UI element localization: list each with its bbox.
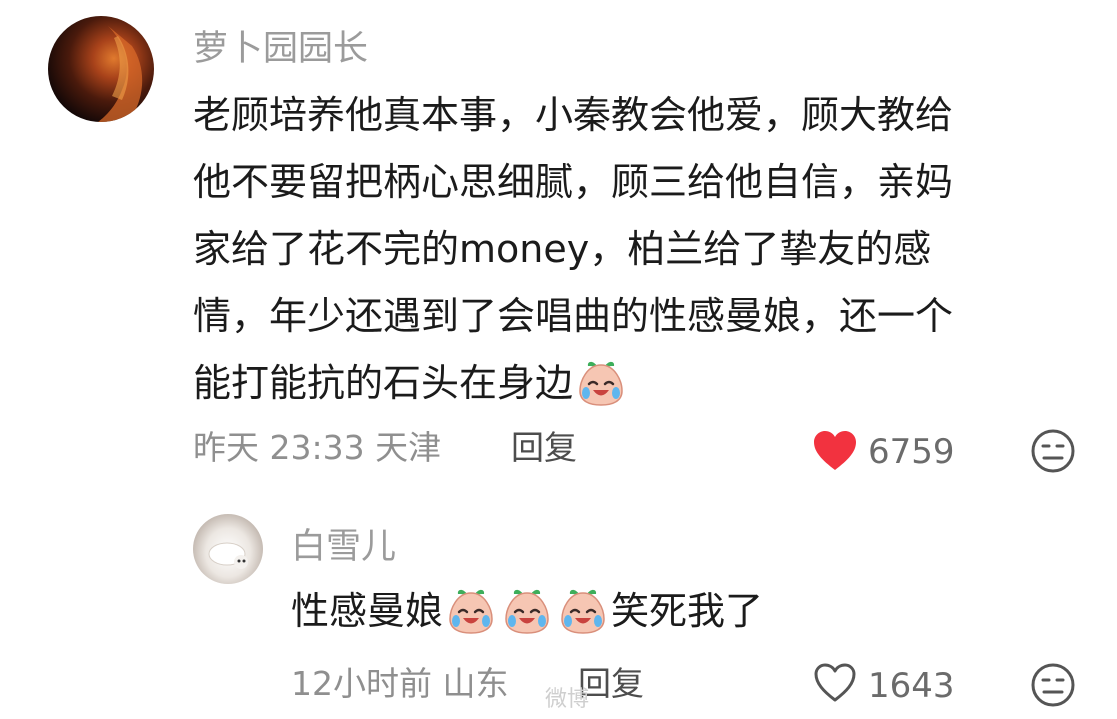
- laugh-cry-emoji: [501, 585, 553, 637]
- reply-body: 性感曼娘 笑死我了: [291, 584, 763, 638]
- comment-body: 老顾培养他真本事，小秦教会他爱，顾大教给 他不要留把柄心思细腻，顾三给他自信，亲…: [193, 82, 1053, 417]
- laugh-cry-emoji: [575, 357, 627, 409]
- meh-face-icon: [1031, 663, 1075, 707]
- dislike-button[interactable]: [1030, 428, 1076, 474]
- reply-timestamp: 12小时前 山东: [291, 664, 509, 703]
- meh-face-icon: [1031, 429, 1075, 473]
- comment-line: 他不要留把柄心思细腻，顾三给他自信，亲妈: [193, 160, 954, 204]
- reply-text-end: 笑死我了: [611, 589, 764, 633]
- heart-filled-icon: [814, 431, 856, 470]
- comment-line-text: 能打能抗的石头在身边: [193, 361, 574, 405]
- reply-avatar[interactable]: [193, 514, 263, 584]
- reply-dislike-button[interactable]: [1030, 662, 1076, 708]
- comment-username[interactable]: 萝卜园园长: [193, 29, 368, 69]
- heart-outline-icon: [814, 663, 856, 702]
- avatar-image: [98, 26, 143, 122]
- like-count: 6759: [868, 432, 955, 472]
- reply-button[interactable]: 回复: [511, 428, 577, 468]
- reply-username[interactable]: 白雪儿: [291, 527, 396, 567]
- reply-like-count: 1643: [868, 666, 955, 706]
- reply-text-start: 性感曼娘: [291, 589, 444, 633]
- comment-timestamp: 昨天 23:33 天津: [193, 428, 442, 467]
- reply-like-button[interactable]: [812, 662, 858, 704]
- laugh-cry-emoji: [445, 585, 497, 637]
- comment-line: 老顾培养他真本事，小秦教会他爱，顾大教给: [193, 93, 954, 137]
- watermark: 微博: [545, 687, 590, 712]
- avatar[interactable]: [48, 16, 154, 122]
- comment-line: 家给了花不完的money，柏兰给了挚友的感: [193, 227, 932, 271]
- laugh-cry-emoji: [557, 585, 609, 637]
- reply-avatar-image: [208, 542, 248, 569]
- like-button[interactable]: [812, 430, 858, 472]
- comment-line: 情，年少还遇到了会唱曲的性感曼娘，还一个: [193, 294, 954, 338]
- comment-line-last: 能打能抗的石头在身边: [193, 350, 1053, 417]
